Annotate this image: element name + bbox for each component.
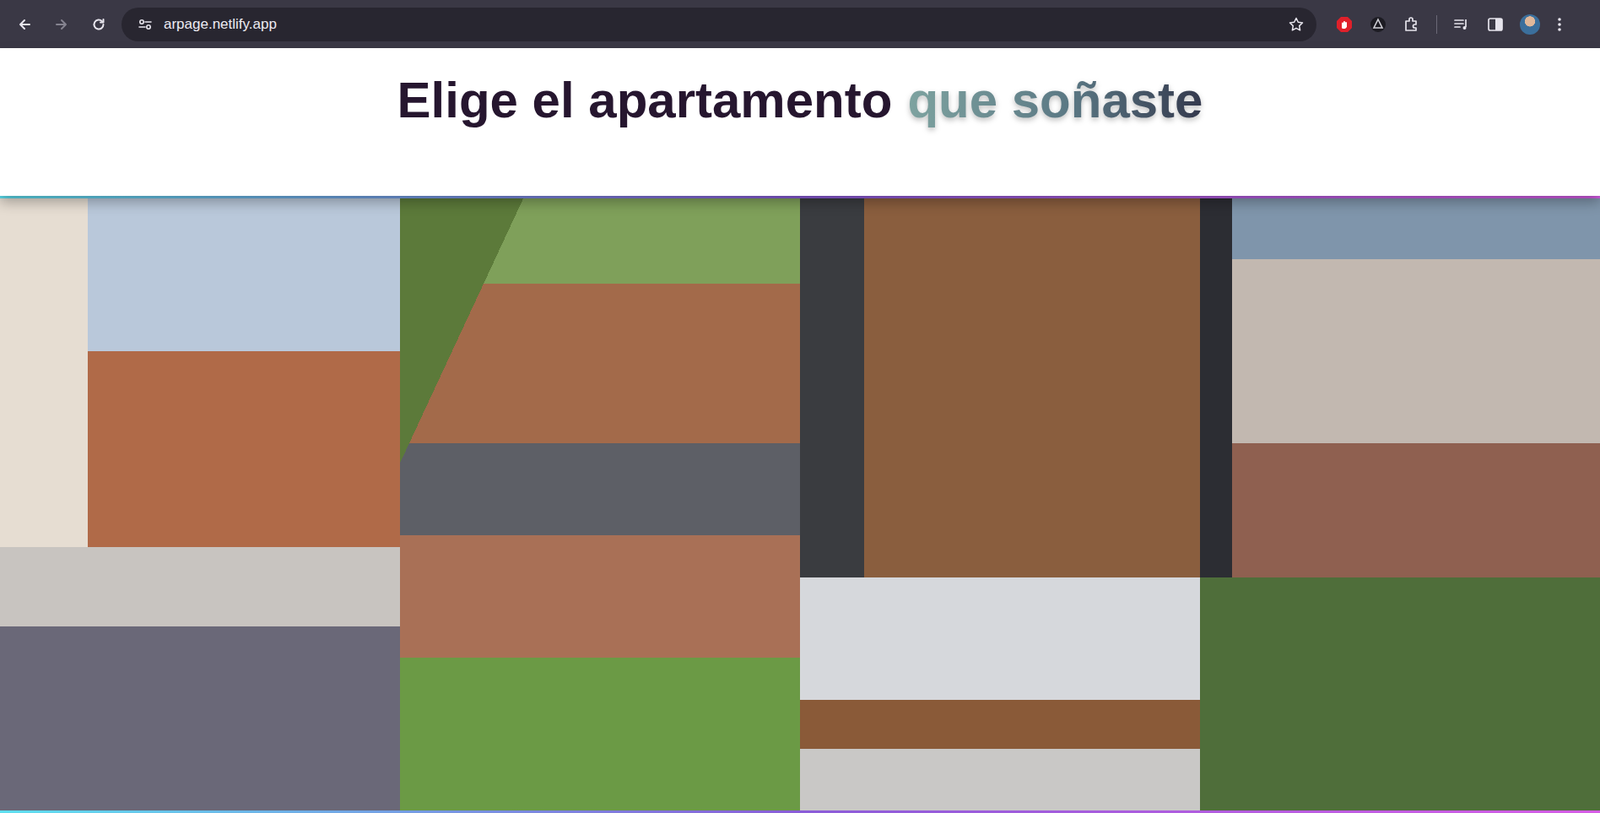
back-arrow-icon [16, 16, 33, 33]
bookmark-star-icon[interactable] [1287, 16, 1305, 33]
back-button[interactable] [10, 10, 39, 39]
toolbar-divider [1436, 15, 1438, 34]
url-text[interactable]: arpage.netlify.app [163, 16, 1278, 33]
photo-gallery [0, 195, 1600, 813]
gallery-photo[interactable] [400, 198, 800, 811]
browser-window: arpage.netlify.app Elige el apartamentoqu… [0, 0, 1600, 813]
menu-dots-icon[interactable] [1555, 15, 1564, 34]
page: Elige el apartamentoque soñaste [0, 48, 1600, 813]
forward-button[interactable] [47, 10, 76, 39]
side-panel-icon[interactable] [1486, 15, 1505, 34]
puzzle-extensions-icon[interactable] [1402, 15, 1422, 34]
extensions-area [1335, 14, 1564, 35]
forward-arrow-icon [54, 16, 70, 33]
page-heading: Elige el apartamentoque soñaste [397, 68, 1204, 132]
heading-plain: Elige el apartamento [397, 68, 893, 132]
heading-highlight: que soñaste [907, 68, 1203, 132]
reload-button[interactable] [84, 10, 114, 39]
gallery-photo[interactable] [0, 198, 400, 811]
gallery-photo[interactable] [1200, 198, 1600, 811]
adblock-extension-icon[interactable] [1335, 15, 1354, 34]
extension-icon[interactable] [1368, 15, 1388, 34]
gallery-photo[interactable] [800, 198, 1200, 811]
media-control-icon[interactable] [1452, 15, 1471, 34]
reload-icon [91, 16, 107, 33]
profile-avatar[interactable] [1519, 14, 1541, 35]
browser-toolbar: arpage.netlify.app [0, 0, 1600, 49]
site-settings-icon[interactable] [136, 16, 154, 33]
hero-header: Elige el apartamentoque soñaste [0, 48, 1600, 196]
address-bar[interactable]: arpage.netlify.app [121, 7, 1317, 42]
